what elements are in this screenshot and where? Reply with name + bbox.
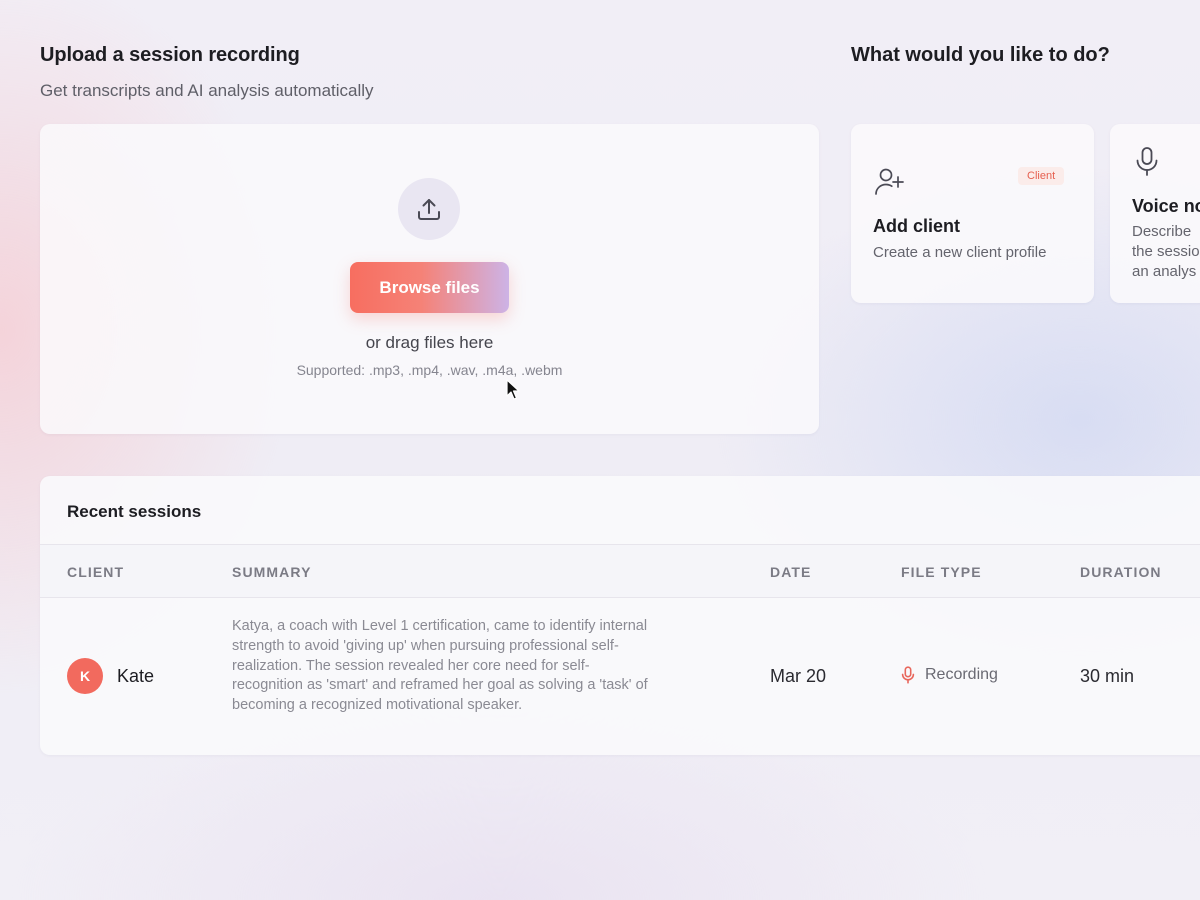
column-header-duration[interactable]: DURATION — [1080, 564, 1162, 580]
voice-note-title: Voice no — [1132, 196, 1200, 216]
column-header-date[interactable]: DATE — [770, 564, 811, 580]
upload-icon — [398, 178, 460, 240]
session-date: Mar 20 — [770, 666, 827, 686]
browse-files-button[interactable]: Browse files — [350, 262, 509, 313]
column-header-file-type[interactable]: FILE TYPE — [901, 564, 982, 580]
add-user-icon — [873, 166, 905, 201]
supported-formats-text: Supported: .mp3, .mp4, .wav, .m4a, .webm — [296, 362, 563, 378]
upload-dropzone[interactable]: Browse files or drag files here Supporte… — [40, 124, 819, 434]
mouse-cursor-icon — [506, 379, 520, 406]
microphone-icon — [901, 666, 915, 684]
add-client-description: Create a new client profile — [873, 244, 1047, 261]
divider — [40, 597, 1200, 598]
client-badge: Client — [1018, 167, 1065, 185]
voice-note-description: Describe the sessio an analys — [1132, 223, 1200, 280]
column-header-summary[interactable]: SUMMARY — [232, 564, 312, 580]
table-header — [40, 545, 1200, 598]
session-duration: 30 min — [1080, 666, 1135, 686]
avatar: K — [67, 658, 103, 694]
upload-title: Upload a session recording — [40, 44, 300, 66]
file-type: Recording — [901, 666, 998, 684]
drag-files-text: or drag files here — [365, 333, 494, 352]
upload-subtitle: Get transcripts and AI analysis automati… — [40, 81, 374, 100]
add-client-title: Add client — [873, 216, 961, 236]
microphone-icon — [1134, 146, 1160, 183]
session-summary[interactable]: Katya, a coach with Level 1 certificatio… — [232, 617, 652, 716]
column-header-client[interactable]: CLIENT — [67, 564, 124, 580]
file-type-label: Recording — [925, 666, 998, 683]
actions-title: What would you like to do? — [851, 44, 1110, 66]
recent-sessions-title: Recent sessions — [67, 502, 202, 521]
client-name[interactable]: Kate — [117, 666, 154, 687]
voice-note-card[interactable]: Voice no Describe the sessio an analys — [1110, 124, 1200, 303]
recent-sessions-panel: Recent sessions CLIENT SUMMARY DATE FILE… — [40, 476, 1200, 755]
add-client-card[interactable]: Client Add client Create a new client pr… — [851, 124, 1094, 303]
